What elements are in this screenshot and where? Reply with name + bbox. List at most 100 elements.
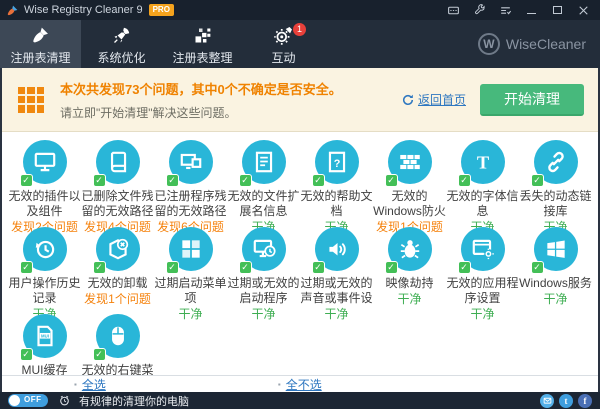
category-label: 无效的卸载 [87, 276, 147, 291]
svg-text:T: T [476, 153, 488, 173]
checkbox-checked-icon[interactable]: ✓ [20, 174, 33, 187]
category-label: 映像劫持 [385, 276, 433, 291]
checkbox-checked-icon[interactable]: ✓ [166, 261, 179, 274]
tab-label: 注册表清理 [10, 49, 70, 66]
window-title: Wise Registry Cleaner 9 [24, 4, 143, 16]
wisecleaner-logo-icon: W [478, 33, 500, 55]
content-frame: 本次共发现73个问题，其中0个不确定是否安全。 请立即"开始清理"解决这些问题。… [0, 68, 600, 392]
category-item[interactable]: ✓ 过期或无效的启动程序 干净 [227, 227, 300, 314]
category-item[interactable]: ✓ 无效的文件扩展名信息 干净 [227, 140, 300, 227]
checkbox-checked-icon[interactable]: ✓ [531, 174, 544, 187]
checkbox-checked-icon[interactable]: ✓ [385, 174, 398, 187]
category-item[interactable]: ✓ 过期或无效的声音或事件设 干净 [300, 227, 373, 314]
category-status: 干净 [470, 307, 494, 322]
close-button[interactable] [570, 1, 596, 19]
category-label: 无效的插件以及组件 [8, 189, 81, 219]
titlebar: Wise Registry Cleaner 9 PRO [0, 0, 600, 20]
settings-wrench-icon[interactable] [466, 1, 492, 19]
pro-badge: PRO [149, 4, 174, 16]
menu-icon[interactable] [492, 1, 518, 19]
checkbox-checked-icon[interactable]: ✓ [20, 348, 33, 361]
category-item[interactable]: ✓ 已删除文件残留的无效路径 发现4个问题 [81, 140, 154, 227]
checkbox-checked-icon[interactable]: ✓ [385, 261, 398, 274]
tabbar: 注册表清理 系统优化 注册表整理 互动 1 W WiseCleaner [0, 20, 600, 68]
rocket-icon [111, 25, 132, 46]
svg-text:?: ? [333, 158, 340, 170]
gear-wrench-icon [273, 25, 294, 46]
category-label: 过期或无效的声音或事件设 [300, 276, 373, 306]
category-item[interactable]: ✓ 无效的Windows防火 发现1个问题 [373, 140, 446, 227]
brush-icon [30, 25, 51, 46]
category-item[interactable]: ✓ 映像劫持 干净 [373, 227, 446, 314]
category-item[interactable]: T ✓ 无效的字体信息 干净 [446, 140, 519, 227]
selection-bar: 全选 全不选 [2, 375, 598, 392]
category-status: 发现1个问题 [84, 292, 151, 307]
category-status: 干净 [251, 307, 275, 322]
checkbox-checked-icon[interactable]: ✓ [239, 261, 252, 274]
checkbox-checked-icon[interactable]: ✓ [20, 261, 33, 274]
svg-text:MUI: MUI [41, 333, 49, 338]
category-label: 已删除文件残留的无效路径 [81, 189, 154, 219]
tab-community[interactable]: 互动 1 [243, 20, 324, 68]
category-status: 干净 [397, 292, 421, 307]
statusbar: OFF 有规律的清理你的电脑 t f [0, 392, 600, 409]
category-label: 过期启动菜单项 [154, 276, 227, 306]
scan-categories: ✓ 无效的插件以及组件 发现2个问题 ✓ 已删除文件残留的无效路径 发现4个问题… [2, 132, 598, 375]
checkbox-checked-icon[interactable]: ✓ [93, 348, 106, 361]
category-item[interactable]: ✓ 已注册程序残留的无效路径 发现6个问题 [154, 140, 227, 227]
category-label: 过期或无效的启动程序 [227, 276, 300, 306]
start-clean-button[interactable]: 开始清理 [480, 84, 584, 116]
scan-summary: 本次共发现73个问题，其中0个不确定是否安全。 [60, 79, 402, 98]
app-window: Wise Registry Cleaner 9 PRO 注册表清理 系统优化 注… [0, 0, 600, 409]
feedback-icon[interactable] [440, 1, 466, 19]
category-label: 无效的应用程序设置 [446, 276, 519, 306]
twitter-icon[interactable]: t [559, 394, 573, 408]
tab-label: 注册表整理 [172, 49, 232, 66]
category-item[interactable]: ✓ 用户操作历史记录 干净 [8, 227, 81, 314]
category-item[interactable]: ✓ 无效的卸载 发现1个问题 [81, 227, 154, 314]
tab-system-tuneup[interactable]: 系统优化 [81, 20, 162, 68]
tab-registry-defrag[interactable]: 注册表整理 [162, 20, 243, 68]
facebook-icon[interactable]: f [578, 394, 592, 408]
tab-registry-cleanup[interactable]: 注册表清理 [0, 20, 81, 68]
category-item[interactable]: ✓ 无效的右键菜单项 [81, 314, 154, 375]
select-none-link[interactable]: 全不选 [278, 376, 322, 393]
category-item[interactable]: ✓ Windows服务 干净 [519, 227, 592, 314]
category-label: 用户操作历史记录 [8, 276, 81, 306]
refresh-icon [402, 94, 414, 106]
scan-result-banner: 本次共发现73个问题，其中0个不确定是否安全。 请立即"开始清理"解决这些问题。… [2, 68, 598, 132]
back-home-link[interactable]: 返回首页 [402, 91, 466, 108]
schedule-hint: 有规律的清理你的电脑 [79, 393, 540, 409]
checkbox-checked-icon[interactable]: ✓ [531, 261, 544, 274]
category-label: 已注册程序残留的无效路径 [154, 189, 227, 219]
maximize-button[interactable] [544, 1, 570, 19]
category-item[interactable]: ✓ 丢失的动态链接库 干净 [519, 140, 592, 227]
category-status: 干净 [178, 307, 202, 322]
category-label: MUI缓存 [22, 363, 68, 375]
category-item[interactable]: ? ✓ 无效的帮助文档 干净 [300, 140, 373, 227]
checkbox-checked-icon[interactable]: ✓ [93, 174, 106, 187]
app-logo-icon [6, 4, 19, 17]
category-item[interactable]: ✓ 过期启动菜单项 干净 [154, 227, 227, 314]
checkbox-checked-icon[interactable]: ✓ [312, 261, 325, 274]
checkbox-checked-icon[interactable]: ✓ [166, 174, 179, 187]
category-item[interactable]: MUI ✓ MUI缓存 发现59个问题 [8, 314, 81, 375]
category-label: 无效的帮助文档 [300, 189, 373, 219]
category-status: 干净 [324, 307, 348, 322]
checkbox-checked-icon[interactable]: ✓ [458, 261, 471, 274]
notification-badge: 1 [293, 23, 306, 36]
checkbox-checked-icon[interactable]: ✓ [239, 174, 252, 187]
scan-hint: 请立即"开始清理"解决这些问题。 [60, 104, 402, 121]
checkbox-checked-icon[interactable]: ✓ [93, 261, 106, 274]
issues-grid-icon [18, 87, 44, 113]
category-status: 干净 [543, 292, 567, 307]
minimize-button[interactable] [518, 1, 544, 19]
category-item[interactable]: ✓ 无效的应用程序设置 干净 [446, 227, 519, 314]
email-icon[interactable] [540, 394, 554, 408]
select-all-link[interactable]: 全选 [74, 376, 106, 393]
category-item[interactable]: ✓ 无效的插件以及组件 发现2个问题 [8, 140, 81, 227]
checkbox-checked-icon[interactable]: ✓ [458, 174, 471, 187]
tab-label: 互动 [271, 49, 295, 66]
schedule-toggle[interactable]: OFF [8, 394, 48, 407]
checkbox-checked-icon[interactable]: ✓ [312, 174, 325, 187]
